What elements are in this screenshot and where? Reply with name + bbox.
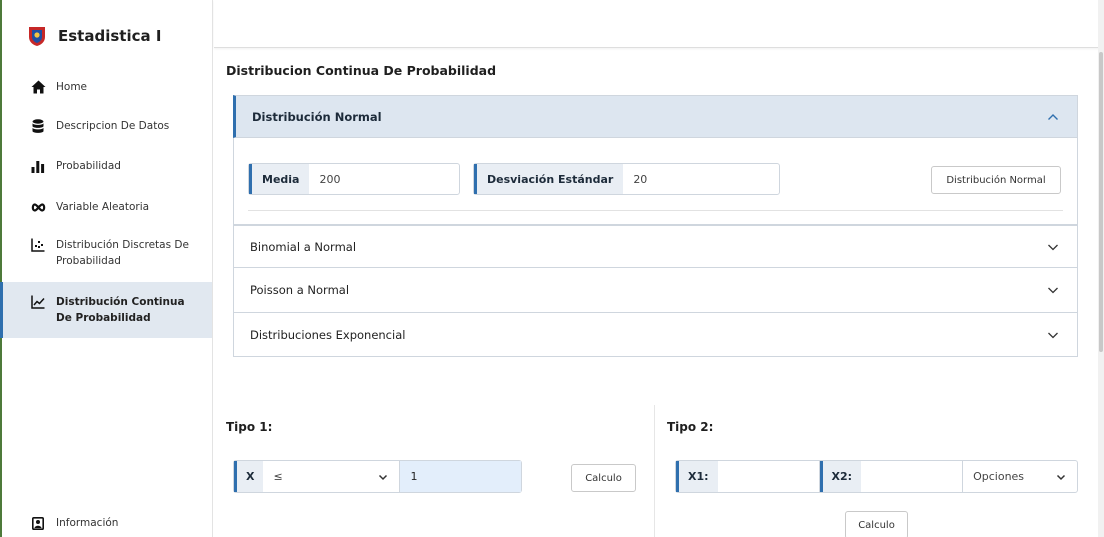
accordion: Distribución Normal Media 200 Desviación…: [233, 95, 1078, 357]
sidebar-item-label: Variable Aleatoria: [56, 201, 150, 213]
sidebar-item-variable-aleatoria[interactable]: Variable Aleatoria: [0, 199, 212, 215]
chevron-down-icon: [1048, 332, 1058, 338]
operator-value: ≤: [273, 470, 283, 483]
sidebar-item-probabilidad[interactable]: Probabilidad: [0, 158, 212, 174]
tipo2-title: Tipo 2:: [667, 420, 714, 434]
chevron-down-icon: [1056, 474, 1066, 480]
sidebar-item-label: Descripcion De Datos: [56, 120, 170, 132]
sidebar-item-distribucion-continua[interactable]: Distribución Continua De Probabilidad: [0, 282, 212, 338]
infinity-icon: [30, 199, 46, 215]
accordion-title: Binomial a Normal: [250, 239, 357, 254]
opciones-select[interactable]: Opciones: [963, 461, 1077, 492]
database-icon: [30, 118, 46, 134]
brand[interactable]: Estadistica I: [26, 22, 161, 50]
accordion-body-normal: Media 200 Desviación Estándar 20 Distrib…: [233, 138, 1078, 225]
accordion-title: Distribuciones Exponencial: [250, 327, 406, 342]
scatter-icon: [30, 237, 46, 253]
line-chart-icon: [30, 294, 46, 310]
media-input-group: Media 200: [248, 163, 460, 195]
accordion-header-exponencial[interactable]: Distribuciones Exponencial: [233, 313, 1078, 357]
top-bar: [214, 0, 1104, 48]
page-scrollbar[interactable]: [1098, 0, 1104, 537]
sidebar: Estadistica I Home Descripcion De Datos: [0, 0, 213, 537]
sidebar-item-distribucion-discretas[interactable]: Distribución Discretas De Probabilidad: [0, 237, 212, 269]
desviacion-input[interactable]: 20: [623, 164, 657, 194]
sidebar-item-label: Probabilidad: [56, 160, 121, 172]
desviacion-label: Desviación Estándar: [474, 164, 624, 194]
tipo1-title: Tipo 1:: [226, 420, 273, 434]
app-window: Estadistica I Home Descripcion De Datos: [0, 0, 1104, 537]
chevron-down-icon: [1048, 287, 1058, 294]
x2-input[interactable]: [861, 461, 964, 492]
column-separator: [654, 405, 655, 537]
tipo2-calculo-button[interactable]: Calculo: [845, 511, 908, 537]
bar-chart-icon: [30, 158, 46, 174]
opciones-value: Opciones: [973, 470, 1025, 483]
accordion-header-binomial[interactable]: Binomial a Normal: [233, 225, 1078, 268]
home-icon: [30, 79, 46, 95]
x2-label: X2:: [819, 461, 862, 492]
tipo1-input-group: X ≤ 1: [233, 460, 522, 493]
distribucion-normal-button[interactable]: Distribución Normal: [931, 166, 1061, 194]
media-label: Media: [249, 164, 310, 194]
app-title: Estadistica I: [58, 27, 162, 45]
crest-logo-icon: [29, 27, 45, 46]
x-label: X: [234, 461, 264, 492]
operator-select[interactable]: ≤: [263, 461, 401, 492]
accordion-header-poisson[interactable]: Poisson a Normal: [233, 268, 1078, 313]
sidebar-item-descripcion-de-datos[interactable]: Descripcion De Datos: [0, 118, 212, 134]
x-value-input[interactable]: 1: [400, 461, 521, 492]
accordion-title: Distribución Normal: [252, 109, 382, 124]
desviacion-input-group: Desviación Estándar 20: [473, 163, 780, 195]
scrollbar-thumb[interactable]: [1099, 52, 1103, 352]
sidebar-item-label: Distribución Discretas De Probabilidad: [56, 239, 189, 267]
x1-input[interactable]: [718, 461, 820, 492]
media-input[interactable]: 200: [309, 164, 350, 194]
sidebar-item-label: Información: [56, 517, 119, 529]
chevron-up-icon: [1048, 113, 1058, 120]
chevron-down-icon: [1048, 244, 1058, 250]
sidebar-item-informacion[interactable]: Información: [0, 515, 212, 531]
tipo1-calculo-button[interactable]: Calculo: [571, 464, 636, 492]
accordion-title: Poisson a Normal: [250, 283, 350, 297]
page-title: Distribucion Continua De Probabilidad: [226, 63, 497, 78]
x1-label: X1:: [676, 461, 718, 492]
sidebar-item-home[interactable]: Home: [0, 79, 212, 95]
contact-icon: [30, 515, 46, 531]
sidebar-item-label: Home: [56, 81, 88, 93]
divider: [248, 210, 1063, 211]
accordion-header-normal[interactable]: Distribución Normal: [233, 95, 1078, 138]
tipo2-input-group: X1: X2: Opciones: [675, 460, 1078, 493]
sidebar-item-label: Distribución Continua De Probabilidad: [56, 296, 185, 324]
chevron-down-icon: [379, 474, 388, 480]
